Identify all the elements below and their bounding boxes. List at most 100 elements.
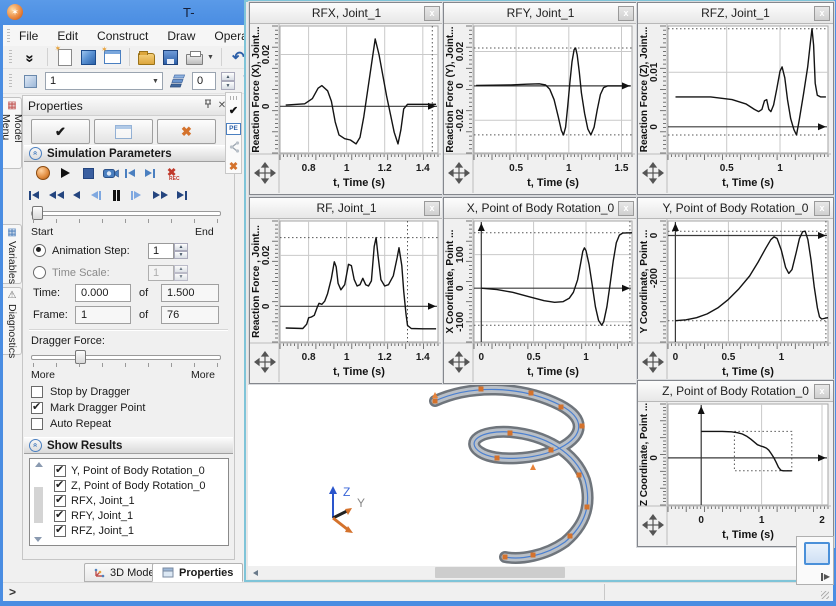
toolbar-grip[interactable] <box>230 96 238 100</box>
results-scrollbar[interactable] <box>32 461 45 543</box>
restore-window-icon[interactable] <box>804 542 830 565</box>
new-3d-model-icon[interactable] <box>79 48 98 67</box>
menu-draw[interactable]: Draw <box>167 29 195 43</box>
preview-button[interactable] <box>94 119 153 144</box>
result-item[interactable]: Y, Point of Body Rotation_0 <box>52 463 226 478</box>
new-drawing-window-icon[interactable] <box>103 48 122 67</box>
chart-window-titlebar[interactable]: X, Point of Body Rotation_0x <box>444 198 637 219</box>
command-prompt[interactable]: > <box>3 585 16 599</box>
skip-to-first-button[interactable] <box>29 187 39 203</box>
property-editor-icon[interactable]: PE <box>226 123 241 135</box>
chart-close-button[interactable]: x <box>618 6 634 21</box>
time-label: Time: <box>33 287 60 299</box>
result-item[interactable]: Z, Point of Body Rotation_0 <box>52 478 226 493</box>
auto-repeat-checkbox[interactable] <box>31 418 43 430</box>
scrollbar-thumb[interactable] <box>34 487 43 523</box>
play-button[interactable] <box>61 165 70 181</box>
rewind-button[interactable] <box>49 187 64 203</box>
go-to-end-button[interactable] <box>145 165 155 181</box>
step-forward-button[interactable] <box>131 187 141 203</box>
menu-edit[interactable]: Edit <box>57 29 78 43</box>
new-document-icon[interactable] <box>55 48 74 67</box>
result-item[interactable]: RFX, Joint_1 <box>52 493 226 508</box>
chart-window-titlebar[interactable]: RFY, Joint_1x <box>444 3 637 24</box>
tab-properties[interactable]: Properties <box>152 563 243 582</box>
mark-dragger-point-checkbox[interactable] <box>31 402 43 414</box>
sidebar-tab-variables[interactable]: ▦ Variables <box>3 224 22 284</box>
cancel-icon[interactable]: ✖ <box>229 162 238 173</box>
section-show-results[interactable]: « Show Results <box>24 437 233 454</box>
open-document-icon[interactable] <box>137 48 156 67</box>
chart-close-button[interactable]: x <box>424 6 440 21</box>
chart-close-button[interactable]: x <box>814 6 830 21</box>
time-total-field[interactable]: 1.500 <box>161 284 219 302</box>
save-document-icon[interactable] <box>161 48 180 67</box>
window-preview-widget[interactable]: ▶ <box>796 536 834 585</box>
previous-frame-button[interactable] <box>73 187 80 203</box>
ok-icon[interactable]: ✔ <box>229 106 238 117</box>
chart-close-button[interactable]: x <box>814 201 830 216</box>
scroll-up-icon[interactable] <box>35 462 43 467</box>
page-selector[interactable]: 1▼ <box>45 72 163 90</box>
go-to-start-button[interactable] <box>125 165 135 181</box>
frame-total-field[interactable]: 76 <box>161 306 219 324</box>
scroll-left-icon[interactable] <box>248 566 263 579</box>
timeline-slider-thumb[interactable] <box>32 206 43 220</box>
resize-grip[interactable] <box>821 591 829 599</box>
chart-window-titlebar[interactable]: Z, Point of Body Rotation_0x <box>638 381 833 402</box>
skip-to-last-button[interactable] <box>177 187 187 203</box>
print-icon[interactable] <box>185 48 204 67</box>
layer-stepper[interactable]: ▲▼ <box>221 72 235 90</box>
dragger-force-slider-thumb[interactable] <box>75 350 86 364</box>
chart-window-titlebar[interactable]: RFX, Joint_1x <box>250 3 443 24</box>
time-scale-stepper[interactable]: 1 ▲▼ <box>148 265 188 281</box>
layer-value[interactable]: 0 <box>192 72 216 90</box>
horizontal-scrollbar[interactable] <box>248 566 818 579</box>
camera-button[interactable] <box>103 165 119 181</box>
end-label: End <box>195 226 214 238</box>
chart-close-button[interactable]: x <box>618 201 634 216</box>
share-fork-icon[interactable] <box>228 141 240 156</box>
dragger-force-slider[interactable] <box>31 350 221 362</box>
svg-text:t, Time (s): t, Time (s) <box>333 366 385 378</box>
menu-file[interactable]: File <box>19 29 38 43</box>
playback-controls <box>23 187 234 205</box>
chart-window-titlebar[interactable]: RF, Joint_1x <box>250 198 443 219</box>
pause-button[interactable] <box>113 187 120 203</box>
scroll-down-icon[interactable] <box>34 537 42 542</box>
print-dropdown-icon[interactable]: ▼ <box>207 54 214 61</box>
sidebar-tab-model-menu[interactable]: ▦ Model Menu <box>3 97 22 169</box>
scrollbar-thumb[interactable] <box>435 567 565 578</box>
pin-icon[interactable] <box>201 99 215 112</box>
animation-step-radio[interactable] <box>33 244 46 257</box>
result-item[interactable]: RFZ, Joint_1 <box>52 523 226 538</box>
stop-by-dragger-checkbox[interactable] <box>31 386 43 398</box>
chart-window-titlebar[interactable]: Y, Point of Body Rotation_0x <box>638 198 833 219</box>
timeline-slider[interactable] <box>31 206 221 218</box>
chart-window-titlebar[interactable]: RFZ, Joint_1x <box>638 3 833 24</box>
chart-window-rfx: RFX, Joint_1x0.811.21.400.02Reaction For… <box>249 2 444 195</box>
result-item[interactable]: RFY, Joint_1 <box>52 508 226 523</box>
apply-button[interactable]: ✔ <box>31 119 90 144</box>
step-back-button[interactable] <box>91 187 101 203</box>
chart-close-button[interactable]: x <box>814 384 830 399</box>
record-button[interactable] <box>36 165 50 181</box>
time-value-field[interactable]: 0.000 <box>75 284 131 302</box>
results-list: Y, Point of Body Rotation_0 Z, Point of … <box>29 458 229 546</box>
menu-construct[interactable]: Construct <box>97 29 148 43</box>
svg-text:0.01: 0.01 <box>649 62 660 82</box>
section-simulation-parameters[interactable]: « Simulation Parameters <box>24 145 233 162</box>
stop-button[interactable] <box>83 165 94 181</box>
cancel-button[interactable]: ✖ <box>157 119 216 144</box>
expand-handle-icon[interactable]: ▶ <box>821 573 830 581</box>
time-scale-radio[interactable] <box>33 266 46 279</box>
animation-step-stepper[interactable]: 1 ▲▼ <box>148 243 188 259</box>
chart-close-button[interactable]: x <box>424 201 440 216</box>
fast-forward-button[interactable] <box>153 187 168 203</box>
frame-value-field[interactable]: 1 <box>75 306 131 324</box>
sidebar-tab-diagnostics[interactable]: ⚠ Diagnostics <box>3 287 22 355</box>
time-scale-row: Time Scale: <box>33 266 110 279</box>
record-controls: ✖REC <box>23 165 234 183</box>
svg-text:Reaction Force (Y), Joint...: Reaction Force (Y), Joint... <box>445 26 456 152</box>
expand-panels-icon[interactable]: » <box>21 48 40 67</box>
